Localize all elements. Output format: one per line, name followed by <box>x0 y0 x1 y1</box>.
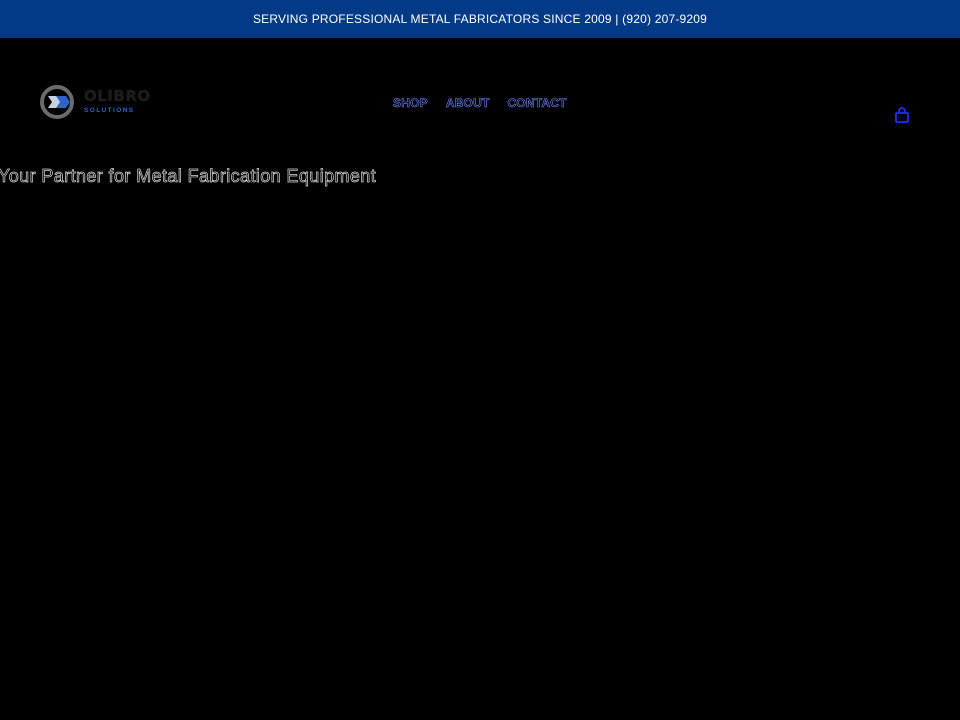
announcement-bar: SERVING PROFESSIONAL METAL FABRICATORS S… <box>0 0 960 38</box>
site-header: OLIBRO SOLUTIONS SHOP ABOUT CONTACT <box>0 38 960 158</box>
site-logo[interactable]: OLIBRO SOLUTIONS <box>40 84 152 120</box>
logo-text: OLIBRO SOLUTIONS <box>84 89 151 115</box>
nav-about[interactable]: ABOUT <box>446 96 490 111</box>
logo-mark-icon <box>40 85 74 119</box>
shopping-bag-icon[interactable] <box>893 106 911 124</box>
nav-contact[interactable]: CONTACT <box>507 96 567 111</box>
logo-name: OLIBRO <box>84 87 151 106</box>
logo-subtitle: SOLUTIONS <box>84 107 135 115</box>
hero-title: Your Partner for Metal Fabrication Equip… <box>0 166 377 187</box>
announcement-text: SERVING PROFESSIONAL METAL FABRICATORS S… <box>252 12 708 26</box>
main-nav: SHOP ABOUT CONTACT <box>393 96 567 111</box>
nav-shop[interactable]: SHOP <box>393 96 428 111</box>
